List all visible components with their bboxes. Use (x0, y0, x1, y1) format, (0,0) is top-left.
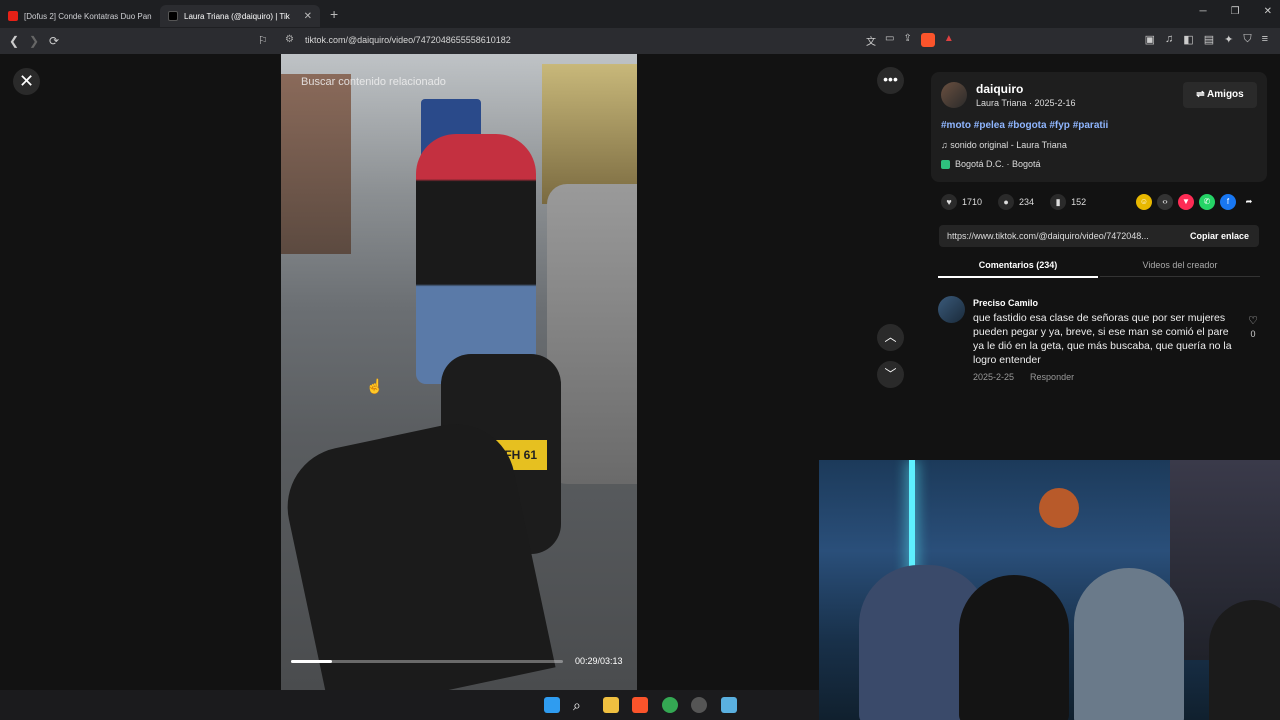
url-action-icons: 文 ▭ ⇪ ▲ (866, 33, 954, 48)
chrome-icon[interactable] (662, 697, 678, 713)
forward-icon[interactable]: ❯ (24, 34, 44, 48)
sound-link[interactable]: ♫ sonido original - Laura Triana (941, 140, 1067, 150)
maximize-icon[interactable]: ❐ (1231, 6, 1240, 17)
heart-outline-icon: ♡ (1248, 315, 1258, 327)
location-icon (941, 159, 950, 169)
tab-bar: [Dofus 2] Conde Kontatras Duo Pand Laura… (0, 0, 1280, 28)
comment-meta: 2025-2-25 Responder (973, 372, 1074, 382)
save-stat[interactable]: ▮ 152 (1050, 194, 1086, 210)
hand-cursor-icon: ☝ (366, 378, 384, 394)
menu-icon[interactable]: ≡ (1262, 33, 1268, 46)
engagement-stats: ♥ 1710 ● 234 ▮ 152 (941, 194, 1086, 210)
share-icon[interactable]: ⇪ (903, 33, 911, 48)
cast-icon[interactable]: ▭ (885, 33, 894, 48)
tab-comments[interactable]: Comentarios (234) (938, 260, 1098, 278)
app-icon[interactable] (691, 697, 707, 713)
whatsapp-icon[interactable]: ✆ (1199, 194, 1215, 210)
wallet-icon[interactable]: ▤ (1204, 33, 1214, 46)
taskbar: ⌕ (0, 690, 819, 720)
new-tab-button[interactable]: + (330, 6, 338, 22)
next-video-button[interactable]: ﹀ (877, 361, 904, 388)
notes-icon[interactable] (721, 697, 737, 713)
video-time: 00:29/03:13 (575, 656, 623, 666)
heart-icon: ♥ (941, 194, 957, 210)
tab-title: Laura Triana (@daiquiro) | Tik (184, 11, 290, 21)
repost-icon[interactable]: ☺ (1136, 194, 1152, 210)
facebook-icon[interactable]: f (1220, 194, 1236, 210)
window-controls: ─ ❐ ✕ (1200, 6, 1272, 17)
previous-video-button[interactable]: ︿ (877, 324, 904, 351)
save-count: 152 (1071, 197, 1087, 207)
minimize-icon[interactable]: ─ (1200, 6, 1207, 17)
video-player[interactable]: IFH 61 Buscar contenido relacionado 00:2… (281, 54, 637, 690)
search-icon[interactable]: ⌕ (573, 697, 589, 713)
bookmark-icon: ▮ (1050, 194, 1067, 210)
back-icon[interactable]: ❮ (4, 34, 24, 48)
translate-icon[interactable]: 文 (866, 33, 876, 48)
avatar[interactable] (941, 82, 967, 108)
tab-creator-videos[interactable]: Videos del creador (1100, 260, 1260, 277)
comment-date: 2025-2-25 (973, 372, 1015, 382)
like-count: 1710 (962, 197, 983, 207)
comment-count: 234 (1019, 197, 1035, 207)
comment-text: que fastidio esa clase de señoras que po… (973, 312, 1232, 366)
tab-dofus[interactable]: [Dofus 2] Conde Kontatras Duo Pand (0, 5, 160, 27)
reply-button[interactable]: Responder (1030, 372, 1074, 382)
tab-title: [Dofus 2] Conde Kontatras Duo Pand (24, 11, 152, 21)
bookmark-icon[interactable]: ⚐ (258, 34, 268, 47)
tiktok-icon (168, 11, 178, 21)
send-icon[interactable]: ▼ (1178, 194, 1194, 210)
panel-tabs: Comentarios (234) Videos del creador (938, 260, 1260, 280)
tab-close-icon[interactable]: ✕ (304, 11, 312, 22)
tab-tiktok[interactable]: Laura Triana (@daiquiro) | Tik ✕ (160, 5, 320, 27)
brave-shield-icon[interactable] (920, 33, 935, 47)
comment-like-count: 0 (1250, 329, 1256, 339)
site-settings-icon[interactable]: ⚙ (285, 34, 294, 45)
media-icon[interactable]: ♫ (1165, 33, 1173, 46)
hashtags[interactable]: #moto #pelea #bogota #fyp #paratii (941, 120, 1108, 131)
youtube-icon (8, 11, 18, 21)
comment-author[interactable]: Preciso Camilo (973, 298, 1038, 308)
share-forward-icon[interactable]: ➦ (1241, 194, 1257, 210)
comment-like[interactable]: ♡ 0 (1248, 314, 1258, 339)
toolbar-icons: ▣ ♫ ◧ ▤ ✦ ⛉ ≡ (1145, 33, 1268, 46)
location-label: Bogotá D.C. · Bogotá (955, 159, 1041, 169)
rewards-icon[interactable]: ▲ (944, 33, 954, 48)
file-explorer-icon[interactable] (603, 697, 619, 713)
progress-fill (291, 660, 332, 663)
windows-start-icon[interactable] (544, 697, 560, 713)
share-buttons: ☺ ‹› ▼ ✆ f ➦ (1136, 194, 1257, 210)
like-stat[interactable]: ♥ 1710 (941, 194, 982, 210)
comment-stat[interactable]: ● 234 (998, 194, 1034, 210)
username[interactable]: daiquiro (976, 82, 1023, 96)
address-bar: ❮ ❯ ⟳ ⚐ ⚙ tiktok.com/@daiquiro/video/747… (0, 28, 1280, 54)
comment-icon: ● (998, 194, 1015, 210)
more-options-button[interactable]: ••• (877, 67, 904, 94)
post-info-card: daiquiro Laura Triana · 2025-2-16 ⇌ Amig… (931, 72, 1267, 182)
screenshot-icon[interactable]: ▣ (1145, 33, 1155, 46)
webcam-overlay (819, 460, 1280, 720)
related-search[interactable]: Buscar contenido relacionado (301, 76, 446, 88)
friends-button[interactable]: ⇌ Amigos (1183, 82, 1257, 108)
avatar[interactable] (938, 296, 965, 323)
embed-icon[interactable]: ‹› (1157, 194, 1173, 210)
author-date: Laura Triana · 2025-2-16 (976, 98, 1076, 108)
close-video-button[interactable]: ✕ (13, 68, 40, 95)
url-text[interactable]: tiktok.com/@daiquiro/video/7472048655558… (305, 35, 511, 45)
brave-icon[interactable] (632, 697, 648, 713)
share-link: https://www.tiktok.com/@daiquiro/video/7… (939, 225, 1259, 247)
reload-icon[interactable]: ⟳ (44, 34, 64, 48)
copy-link-button[interactable]: Copiar enlace (1190, 225, 1249, 247)
vpn-icon[interactable]: ⛉ (1243, 33, 1251, 46)
sidebar-icon[interactable]: ◧ (1183, 33, 1193, 46)
leo-icon[interactable]: ✦ (1224, 33, 1233, 46)
progress-bar[interactable] (291, 660, 563, 663)
close-window-icon[interactable]: ✕ (1264, 6, 1272, 17)
share-link-url[interactable]: https://www.tiktok.com/@daiquiro/video/7… (947, 231, 1149, 241)
location[interactable]: Bogotá D.C. · Bogotá (941, 159, 1041, 169)
